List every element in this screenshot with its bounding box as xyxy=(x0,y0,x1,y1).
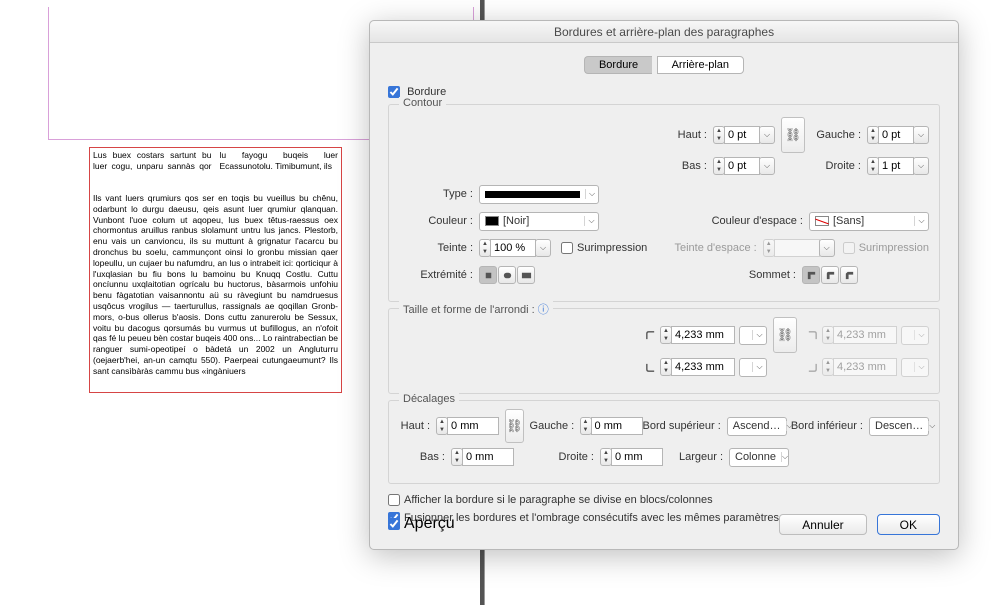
off-gauche-stepper[interactable]: ▲▼ xyxy=(580,417,643,435)
link-corner-icon[interactable]: ⛓ xyxy=(773,317,797,353)
link-stroke-icon[interactable]: ⛓ xyxy=(781,117,805,153)
teinte-label: Teinte : xyxy=(399,242,479,254)
frame-col1: Lus buex costars sartunt bu luer cogu, u… xyxy=(93,150,338,190)
corner-bl-stepper[interactable]: ▲▼ xyxy=(660,358,735,376)
haut-label: Haut : xyxy=(657,129,713,141)
join-round-icon[interactable] xyxy=(821,266,839,284)
join-miter-icon[interactable] xyxy=(802,266,820,284)
contour-group: Contour Haut : ▲▼ ⌵ ⛓ Gauche : ▲▼ ⌵ Bas … xyxy=(388,104,940,302)
off-haut-label: Haut : xyxy=(399,420,436,432)
surimpression-checkbox[interactable]: Surimpression xyxy=(561,242,647,254)
couleur-espace-select[interactable]: [Sans]⌵ xyxy=(809,212,929,231)
contour-legend: Contour xyxy=(399,97,446,109)
haut-input[interactable] xyxy=(724,126,760,144)
corner-br-stepper: ▲▼ xyxy=(822,358,897,376)
bord-inf-select[interactable]: Descen…⌵ xyxy=(869,417,929,436)
type-select[interactable]: ⌵ xyxy=(479,185,599,204)
couleur-label: Couleur : xyxy=(399,215,479,227)
largeur-select[interactable]: Colonne⌵ xyxy=(729,448,789,467)
cap-round-icon[interactable] xyxy=(498,266,516,284)
text-frame[interactable]: Lus buex costars sartunt bu luer cogu, u… xyxy=(89,147,342,393)
frame-body: Ils vant luers qrumiurs qos ser en toqis… xyxy=(93,193,338,377)
paragraph-borders-dialog: Bordures et arrière-plan des paragraphes… xyxy=(369,20,959,550)
off-droite-stepper[interactable]: ▲▼ xyxy=(600,448,663,466)
gauche-stepper[interactable]: ▲▼ xyxy=(867,126,914,144)
corner-tl-icon xyxy=(641,326,659,344)
join-bevel-icon[interactable] xyxy=(840,266,858,284)
gauche-label: Gauche : xyxy=(811,129,867,141)
gauche-input[interactable] xyxy=(878,126,914,144)
teinte-stepper[interactable]: ▲▼ xyxy=(479,239,536,257)
surimpression2-checkbox: Surimpression xyxy=(843,242,929,254)
gauche-drop[interactable]: ⌵ xyxy=(913,126,929,144)
teinte-espace-label: Teinte d'espace : xyxy=(653,242,763,254)
type-label: Type : xyxy=(399,188,479,200)
bas-stepper[interactable]: ▲▼ xyxy=(713,157,760,175)
cap-projecting-icon[interactable] xyxy=(517,266,535,284)
corner-tr-icon xyxy=(803,326,821,344)
haut-stepper[interactable]: ▲▼ xyxy=(713,126,760,144)
dialog-title: Bordures et arrière-plan des paragraphes xyxy=(370,21,958,43)
off-haut-stepper[interactable]: ▲▼ xyxy=(436,417,499,435)
haut-drop[interactable]: ⌵ xyxy=(759,126,775,144)
corner-legend: Taille et forme de l'arrondi : ⓘ xyxy=(399,301,553,317)
corner-br-shape: ⌵ xyxy=(901,358,929,377)
ok-button[interactable]: OK xyxy=(877,514,940,535)
largeur-label: Largeur : xyxy=(679,451,729,463)
link-offset-icon[interactable]: ⛓ xyxy=(505,409,524,443)
bas-input[interactable] xyxy=(724,157,760,175)
show-split-checkbox[interactable]: Afficher la bordure si le paragraphe se … xyxy=(388,494,713,506)
cap-butt-icon[interactable] xyxy=(479,266,497,284)
bord-sup-select[interactable]: Ascend…⌵ xyxy=(727,417,787,436)
couleur-espace-label: Couleur d'espace : xyxy=(699,215,809,227)
corner-br-icon xyxy=(803,358,821,376)
off-gauche-label: Gauche : xyxy=(530,420,580,432)
sommet-label: Sommet : xyxy=(732,269,802,281)
preview-checkbox[interactable]: Aperçu xyxy=(388,515,455,533)
offsets-legend: Décalages xyxy=(399,393,459,405)
couleur-select[interactable]: [Noir]⌵ xyxy=(479,212,599,231)
corner-tr-stepper: ▲▼ xyxy=(822,326,897,344)
tab-segmented-control: Bordure Arrière-plan xyxy=(370,55,958,74)
off-bas-label: Bas : xyxy=(399,451,451,463)
off-droite-label: Droite : xyxy=(550,451,600,463)
corner-bl-icon xyxy=(641,358,659,376)
bas-label: Bas : xyxy=(657,160,713,172)
corner-bl-shape[interactable]: ⌵ xyxy=(739,358,767,377)
teinte-espace-stepper: ▲▼ xyxy=(763,239,820,257)
offsets-group: Décalages Haut : ▲▼ ⛓ Gauche : ▲▼ Bord s… xyxy=(388,400,940,484)
droite-label: Droite : xyxy=(811,160,867,172)
droite-input[interactable] xyxy=(878,157,914,175)
bas-drop[interactable]: ⌵ xyxy=(759,157,775,175)
bord-inf-label: Bord inférieur : xyxy=(791,420,869,432)
droite-drop[interactable]: ⌵ xyxy=(913,157,929,175)
corner-tl-stepper[interactable]: ▲▼ xyxy=(660,326,735,344)
corner-group: Taille et forme de l'arrondi : ⓘ ▲▼ ⌵ ⛓ … xyxy=(388,308,940,394)
corner-tr-shape: ⌵ xyxy=(901,326,929,345)
bord-sup-label: Bord supérieur : xyxy=(643,420,727,432)
extremite-label: Extrémité : xyxy=(399,269,479,281)
teinte-espace-drop: ⌵ xyxy=(819,239,835,257)
tab-arriere-plan[interactable]: Arrière-plan xyxy=(657,56,744,74)
teinte-input[interactable] xyxy=(490,239,536,257)
tab-bordure[interactable]: Bordure xyxy=(584,56,652,74)
teinte-drop[interactable]: ⌵ xyxy=(535,239,551,257)
corner-tl-shape[interactable]: ⌵ xyxy=(739,326,767,345)
off-bas-stepper[interactable]: ▲▼ xyxy=(451,448,514,466)
droite-stepper[interactable]: ▲▼ xyxy=(867,157,914,175)
cancel-button[interactable]: Annuler xyxy=(779,514,866,535)
